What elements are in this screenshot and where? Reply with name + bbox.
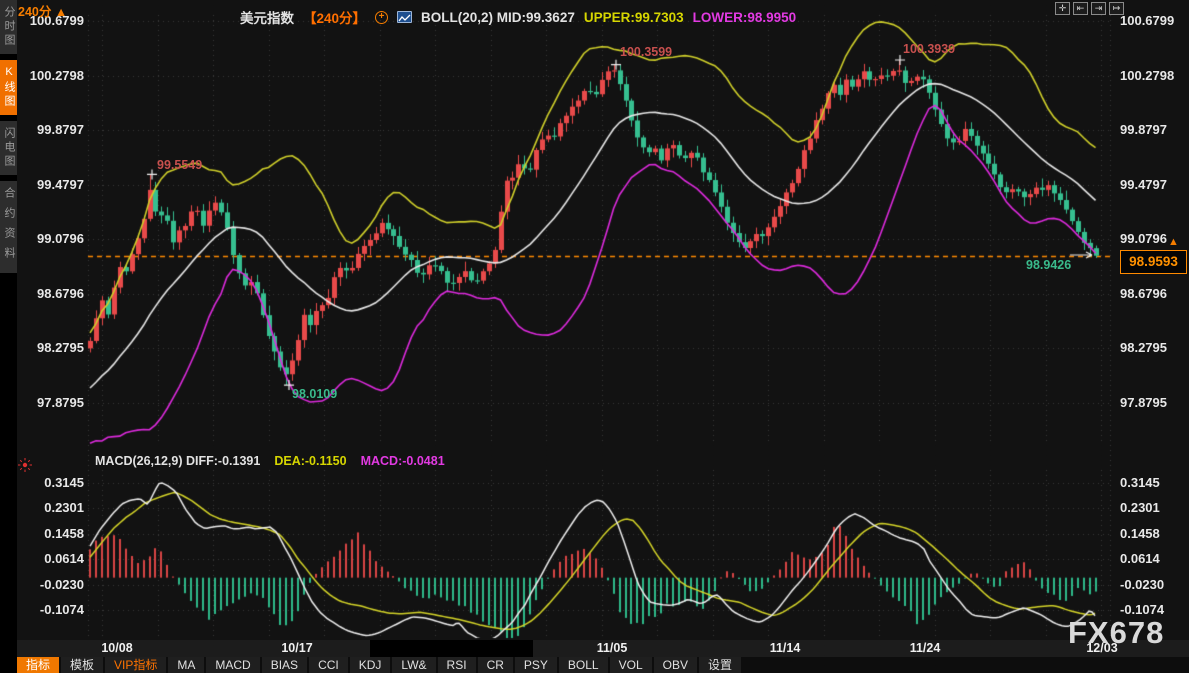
macd-diff-readout: MACD(26,12,9) DIFF:-0.1391 [95, 454, 260, 468]
exit-right-icon[interactable]: ↦ [1109, 2, 1124, 15]
add-indicator-icon[interactable]: + [375, 11, 388, 24]
toolbar-item-CR[interactable]: CR [478, 657, 513, 673]
x-axis-date-label: 12/03 [1086, 641, 1117, 655]
main-y-tick-right: 98.2795 [1120, 340, 1167, 355]
toolbar-item-BIAS[interactable]: BIAS [262, 657, 307, 673]
toolbar-item-VOL[interactable]: VOL [610, 657, 652, 673]
toolbar-item-OBV[interactable]: OBV [654, 657, 697, 673]
toolbar-item-KDJ[interactable]: KDJ [350, 657, 391, 673]
x-axis-date-label: 10/17 [281, 641, 312, 655]
sidebar-tab-kline[interactable]: K线图 [0, 60, 17, 115]
mini-chart-icon [397, 11, 412, 23]
main-y-tick-right: 99.8797 [1120, 122, 1167, 137]
axis-left-icon[interactable]: ⇤ [1073, 2, 1088, 15]
sidebar-tab-lightning[interactable]: 闪电图 [0, 121, 17, 175]
boll-lower-readout: LOWER:98.9950 [693, 10, 797, 25]
main-y-tick-right: 99.0796 [1120, 231, 1167, 246]
macd-y-tick-right: 0.3145 [1120, 475, 1160, 490]
x-axis-date-label: 11/14 [770, 641, 801, 655]
sidebar-tab-contract-info[interactable]: 合约资料 [0, 181, 17, 273]
chart-control-buttons: ✛ ⇤ ⇥ ↦ [1055, 2, 1124, 15]
main-y-tick-right: 100.2798 [1120, 68, 1174, 83]
toolbar-item-cn[interactable]: 设置 [699, 657, 741, 673]
crosshair-icon[interactable]: ✛ [1055, 2, 1070, 15]
x-axis-date-label: 10/08 [101, 641, 132, 655]
macd-dea-readout: DEA:-0.1150 [274, 454, 346, 468]
boll-mid-readout: BOLL(20,2) MID:99.3627 [421, 10, 575, 25]
axis-right-icon[interactable]: ⇥ [1091, 2, 1106, 15]
price-annotation: 98.9426 [1026, 258, 1071, 272]
macd-y-tick-right: 0.0614 [1120, 551, 1160, 566]
price-up-arrow-icon: ▲ [1168, 236, 1179, 248]
toolbar-item-cn[interactable]: 指标 [17, 657, 59, 673]
period-label: 【240分】 [303, 7, 366, 27]
price-macd-chart-canvas[interactable] [0, 0, 1189, 673]
price-annotation: 99.5549 [157, 158, 202, 172]
x-axis-date-label: 11/24 [910, 641, 941, 655]
toolbar-item-MACD[interactable]: MACD [206, 657, 259, 673]
period-chip[interactable]: 240分 ▲ [18, 1, 67, 20]
toolbar-item-VIP[interactable]: VIP指标 [105, 657, 166, 673]
main-y-tick-right: 100.6799 [1120, 13, 1174, 28]
macd-y-tick-right: 0.1458 [1120, 526, 1160, 541]
indicator-settings-icon[interactable] [17, 457, 33, 478]
indicator-toolbar: 指标模板VIP指标MAMACDBIASCCIKDJLW&RSICRPSYBOLL… [17, 657, 1189, 673]
price-annotation: 98.0109 [292, 387, 337, 401]
toolbar-item-RSI[interactable]: RSI [438, 657, 476, 673]
main-y-tick-right: 97.8795 [1120, 395, 1167, 410]
chart-header: 美元指数 【240分】 + BOLL(20,2) MID:99.3627 UPP… [240, 7, 796, 27]
horizontal-scrollbar-thumb[interactable] [370, 640, 533, 657]
price-annotation: 100.3599 [620, 45, 672, 59]
macd-value-readout: MACD:-0.0481 [361, 454, 445, 468]
current-price-box: 98.9593 [1120, 250, 1187, 274]
main-y-tick-right: 98.6796 [1120, 286, 1167, 301]
macd-header: MACD(26,12,9) DIFF:-0.1391 DEA:-0.1150 M… [95, 454, 445, 468]
symbol-title: 美元指数 [240, 7, 294, 27]
toolbar-item-PSY[interactable]: PSY [515, 657, 557, 673]
chart-app: 分时图 K线图 闪电图 合约资料 美元指数 【240分】 + BOLL(20,2… [0, 0, 1189, 673]
price-annotation: 100.3939 [903, 42, 955, 56]
x-axis-date-label: 11/05 [597, 641, 628, 655]
toolbar-item-CCI[interactable]: CCI [309, 657, 348, 673]
macd-y-tick-right: -0.0230 [1120, 577, 1164, 592]
sidebar-tab-timeline[interactable]: 分时图 [0, 0, 17, 54]
toolbar-item-cn[interactable]: 模板 [61, 657, 103, 673]
toolbar-item-BOLL[interactable]: BOLL [559, 657, 608, 673]
toolbar-item-MA[interactable]: MA [168, 657, 204, 673]
macd-y-tick-right: 0.2301 [1120, 500, 1160, 515]
toolbar-item-LW[interactable]: LW& [392, 657, 435, 673]
boll-upper-readout: UPPER:99.7303 [584, 10, 684, 25]
main-y-tick-right: 99.4797 [1120, 177, 1167, 192]
chart-type-sidebar: 分时图 K线图 闪电图 合约资料 [0, 0, 17, 673]
